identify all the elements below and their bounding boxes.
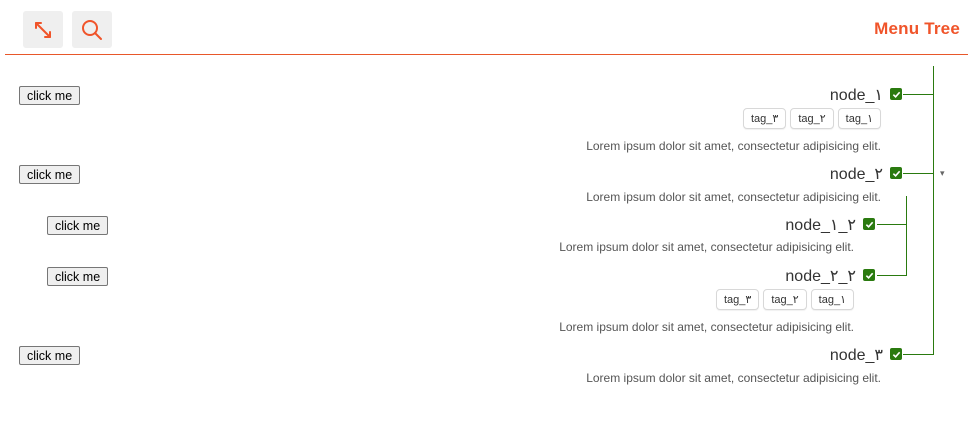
tree-connector xyxy=(903,173,934,174)
tree-line-child xyxy=(906,196,907,275)
node-label: node_٣ xyxy=(829,347,883,364)
click-me-button[interactable]: click me xyxy=(47,216,109,235)
tag-list: tag_١ tag_٢ tag_٣ xyxy=(715,289,854,310)
node-description: Lorem ipsum dolor sit amet, consectetur … xyxy=(586,371,881,385)
tag: tag_٢ xyxy=(763,289,807,310)
tag: tag_٢ xyxy=(790,108,834,129)
click-me-button[interactable]: click me xyxy=(19,86,81,105)
node-description: Lorem ipsum dolor sit amet, consectetur … xyxy=(586,190,881,204)
tree-line xyxy=(933,66,934,354)
node-description: Lorem ipsum dolor sit amet, consectetur … xyxy=(586,139,881,153)
node-label: node_٢_١ xyxy=(785,217,856,234)
menu-tree: ▾ node_١ tag_١ tag_٢ tag_٣ Lorem ipsum d… xyxy=(0,0,969,421)
click-me-button[interactable]: click me xyxy=(19,165,81,184)
tag: tag_١ xyxy=(810,289,854,310)
node-checkbox[interactable] xyxy=(863,269,875,281)
node-description: Lorem ipsum dolor sit amet, consectetur … xyxy=(559,240,854,254)
node-checkbox[interactable] xyxy=(890,88,902,100)
tag: tag_١ xyxy=(837,108,881,129)
node-checkbox[interactable] xyxy=(863,218,875,230)
node-checkbox[interactable] xyxy=(890,167,902,179)
node-label: node_١ xyxy=(829,87,883,104)
node-description: Lorem ipsum dolor sit amet, consectetur … xyxy=(559,320,854,334)
tag: tag_٣ xyxy=(742,108,787,129)
click-me-button[interactable]: click me xyxy=(47,267,109,286)
node-label: node_٢_٢ xyxy=(785,268,856,285)
tree-connector xyxy=(877,275,907,276)
tree-connector xyxy=(877,224,907,225)
tag: tag_٣ xyxy=(715,289,760,310)
tree-connector xyxy=(903,354,934,355)
tree-connector xyxy=(903,94,934,95)
click-me-button[interactable]: click me xyxy=(19,346,81,365)
tag-list: tag_١ tag_٢ tag_٣ xyxy=(742,108,881,129)
node-checkbox[interactable] xyxy=(890,348,902,360)
node-label: node_٢ xyxy=(829,166,883,183)
collapse-toggle-icon[interactable]: ▾ xyxy=(940,168,945,179)
